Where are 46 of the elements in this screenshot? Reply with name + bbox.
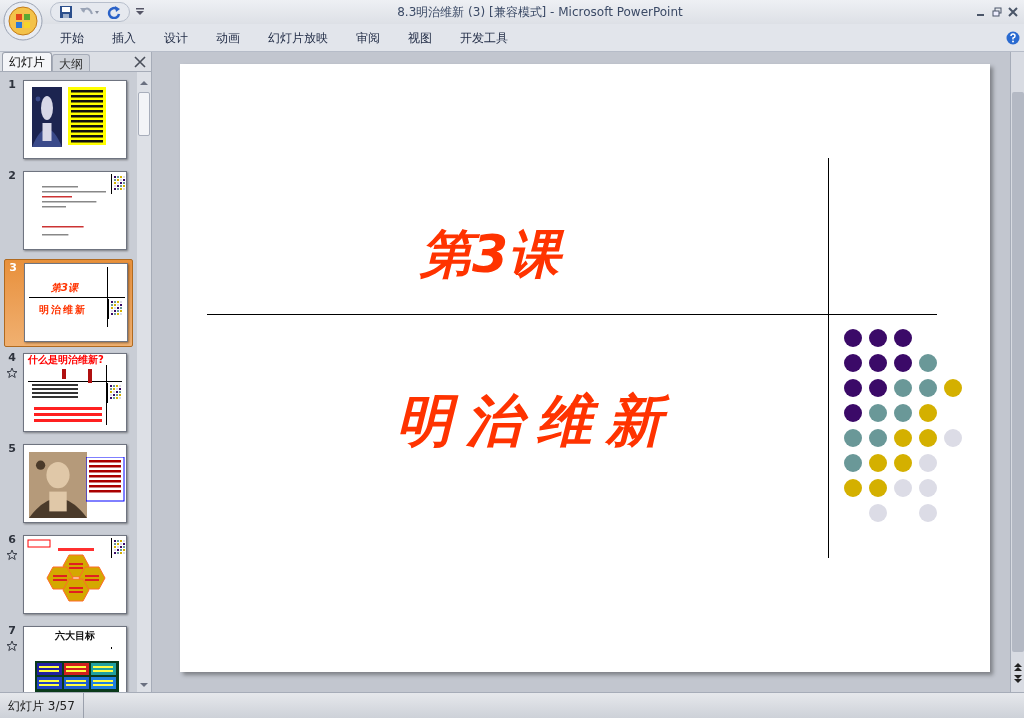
thumbnail-title: 第3课: [51, 282, 78, 293]
scrollbar[interactable]: [137, 72, 151, 692]
slide-thumbnail[interactable]: [23, 171, 127, 250]
ribbon-tab[interactable]: 幻灯片放映: [254, 25, 342, 50]
panel-tab[interactable]: 幻灯片: [2, 52, 52, 71]
slide-thumbnail[interactable]: 六大目标: [23, 626, 127, 692]
slide-number: 1: [8, 79, 16, 91]
slide-thumbnail[interactable]: [23, 80, 127, 159]
restore-icon[interactable]: [992, 7, 1002, 17]
ribbon-tab[interactable]: 设计: [150, 25, 202, 50]
thumbnail-title: 什么是明治维新?: [28, 354, 104, 365]
slide-thumbnail[interactable]: 什么是明治维新?: [23, 353, 127, 432]
save-icon[interactable]: [59, 5, 73, 19]
slide-subtitle: 明治维新: [396, 387, 676, 455]
scroll-down-icon[interactable]: [139, 680, 149, 690]
ribbon-tab[interactable]: 动画: [202, 25, 254, 50]
scroll-thumb[interactable]: [138, 92, 150, 136]
ribbon-tab[interactable]: 视图: [394, 25, 446, 50]
ribbon-tab[interactable]: 开始: [46, 25, 98, 50]
scroll-up-icon[interactable]: [139, 78, 149, 88]
slide-thumbnail[interactable]: [23, 535, 127, 614]
previous-slide-icon[interactable]: [1012, 662, 1023, 672]
thumbnail-subtitle: 明治维新: [39, 304, 87, 315]
slide-thumbnail[interactable]: [23, 444, 127, 523]
thumbnail-title: 六大目标: [55, 630, 95, 641]
slide-number: 3: [9, 262, 17, 274]
ribbon-tab[interactable]: 插入: [98, 25, 150, 50]
scroll-thumb[interactable]: [1011, 92, 1024, 652]
help-icon[interactable]: [1006, 30, 1020, 45]
ribbon-tab[interactable]: 开发工具: [446, 25, 522, 50]
scrollbar[interactable]: [1010, 52, 1024, 692]
slide-number: 6: [8, 534, 16, 546]
customize-toolbar-icon[interactable]: [136, 8, 144, 16]
close-icon[interactable]: [1008, 7, 1018, 17]
slide-number: 2: [8, 170, 16, 182]
close-icon[interactable]: [134, 56, 146, 68]
redo-icon[interactable]: [107, 5, 121, 19]
slide-number: 4: [8, 352, 16, 364]
panel-tab[interactable]: 大纲: [52, 54, 90, 71]
slide-counter: 幻灯片 3/57: [0, 692, 84, 718]
slide-thumbnail[interactable]: 第3课 明治维新: [24, 263, 128, 342]
slide-number: 7: [8, 625, 16, 637]
ribbon-tab[interactable]: 审阅: [342, 25, 394, 50]
window-title: 8.3明治维新 (3) [兼容模式] - Microsoft PowerPoint: [397, 4, 683, 21]
next-slide-icon[interactable]: [1012, 674, 1023, 684]
slide-number: 5: [8, 443, 16, 455]
